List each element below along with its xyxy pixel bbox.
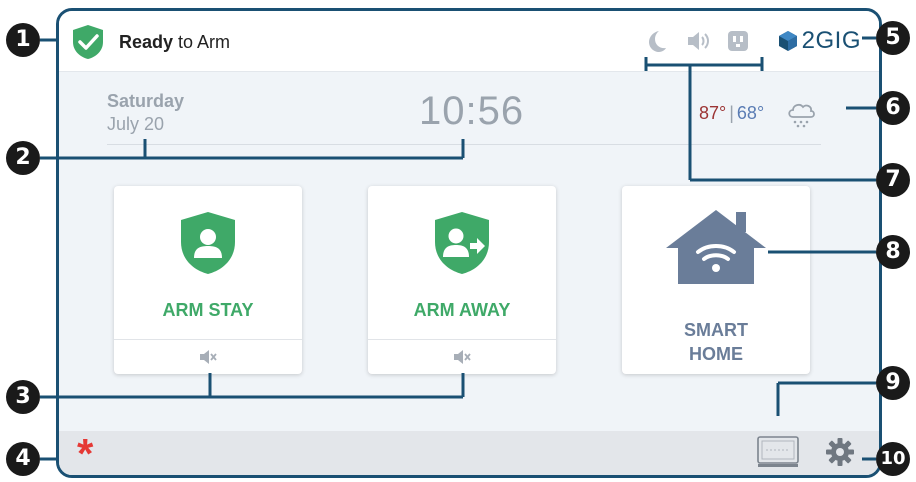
callout-10: 10 — [876, 442, 910, 476]
status-label: Ready to Arm — [119, 32, 230, 53]
brand-cube-icon — [778, 31, 797, 51]
callout-8: 8 — [876, 235, 910, 269]
weather-temps[interactable]: 87° | 68° — [699, 103, 764, 124]
brand-logo: 2GIG — [778, 25, 861, 57]
arm-stay-button[interactable]: ARM STAY — [114, 186, 302, 341]
callout-4: 4 — [6, 442, 40, 476]
brand-name: 2GIG — [801, 27, 861, 54]
header-divider — [107, 144, 821, 145]
mute-icon — [200, 350, 217, 364]
status-label-rest: to Arm — [173, 32, 231, 52]
status-label-bold: Ready — [119, 32, 174, 52]
callout-6: 6 — [876, 91, 910, 125]
smart-home-label-line1: SMART — [684, 320, 748, 340]
speaker-icon[interactable] — [685, 28, 711, 54]
house-wifi-icon — [666, 210, 766, 284]
panel-frame: Ready to Arm 2GIG Saturday July 20 10:56… — [56, 8, 882, 478]
arm-away-mute-toggle[interactable] — [368, 339, 556, 374]
callout-9: 9 — [876, 366, 910, 400]
arm-away-button[interactable]: ARM AWAY — [368, 186, 556, 341]
callout-5: 5 — [876, 21, 910, 55]
moon-icon[interactable] — [643, 28, 669, 54]
temp-high: 87° — [699, 103, 727, 123]
callout-3: 3 — [6, 380, 40, 414]
bottom-bar: * — [59, 431, 879, 475]
arm-away-tile[interactable]: ARM AWAY — [368, 186, 556, 374]
date-block: Saturday July 20 — [107, 91, 184, 135]
arm-away-label: ARM AWAY — [413, 300, 511, 320]
mute-icon — [454, 350, 471, 364]
gear-icon[interactable] — [825, 437, 855, 467]
smart-home-label: SMART HOME — [622, 318, 810, 366]
arm-stay-label: ARM STAY — [162, 300, 254, 320]
smart-home-tile[interactable]: SMART HOME — [622, 186, 810, 374]
callout-2: 2 — [6, 141, 40, 175]
temp-separator: | — [729, 103, 734, 123]
keypad-icon[interactable] — [757, 436, 799, 468]
arm-away-shield-icon — [435, 212, 489, 274]
callout-1: 1 — [6, 23, 40, 57]
callout-7: 7 — [876, 163, 910, 197]
outlet-icon[interactable] — [725, 28, 751, 54]
cloud-snow-icon[interactable] — [785, 99, 817, 129]
arm-stay-mute-toggle[interactable] — [114, 339, 302, 374]
smart-home-label-line2: HOME — [689, 344, 743, 364]
day-label: Saturday — [107, 91, 185, 111]
arm-stay-tile[interactable]: ARM STAY — [114, 186, 302, 374]
top-bar: Ready to Arm 2GIG — [59, 11, 879, 72]
arm-stay-shield-icon — [181, 212, 235, 274]
temp-low: 68° — [736, 103, 765, 123]
emergency-button[interactable]: * — [77, 433, 93, 475]
ready-shield-icon[interactable] — [71, 24, 105, 60]
date-label: July 20 — [107, 114, 165, 134]
clock: 10:56 — [419, 89, 525, 133]
